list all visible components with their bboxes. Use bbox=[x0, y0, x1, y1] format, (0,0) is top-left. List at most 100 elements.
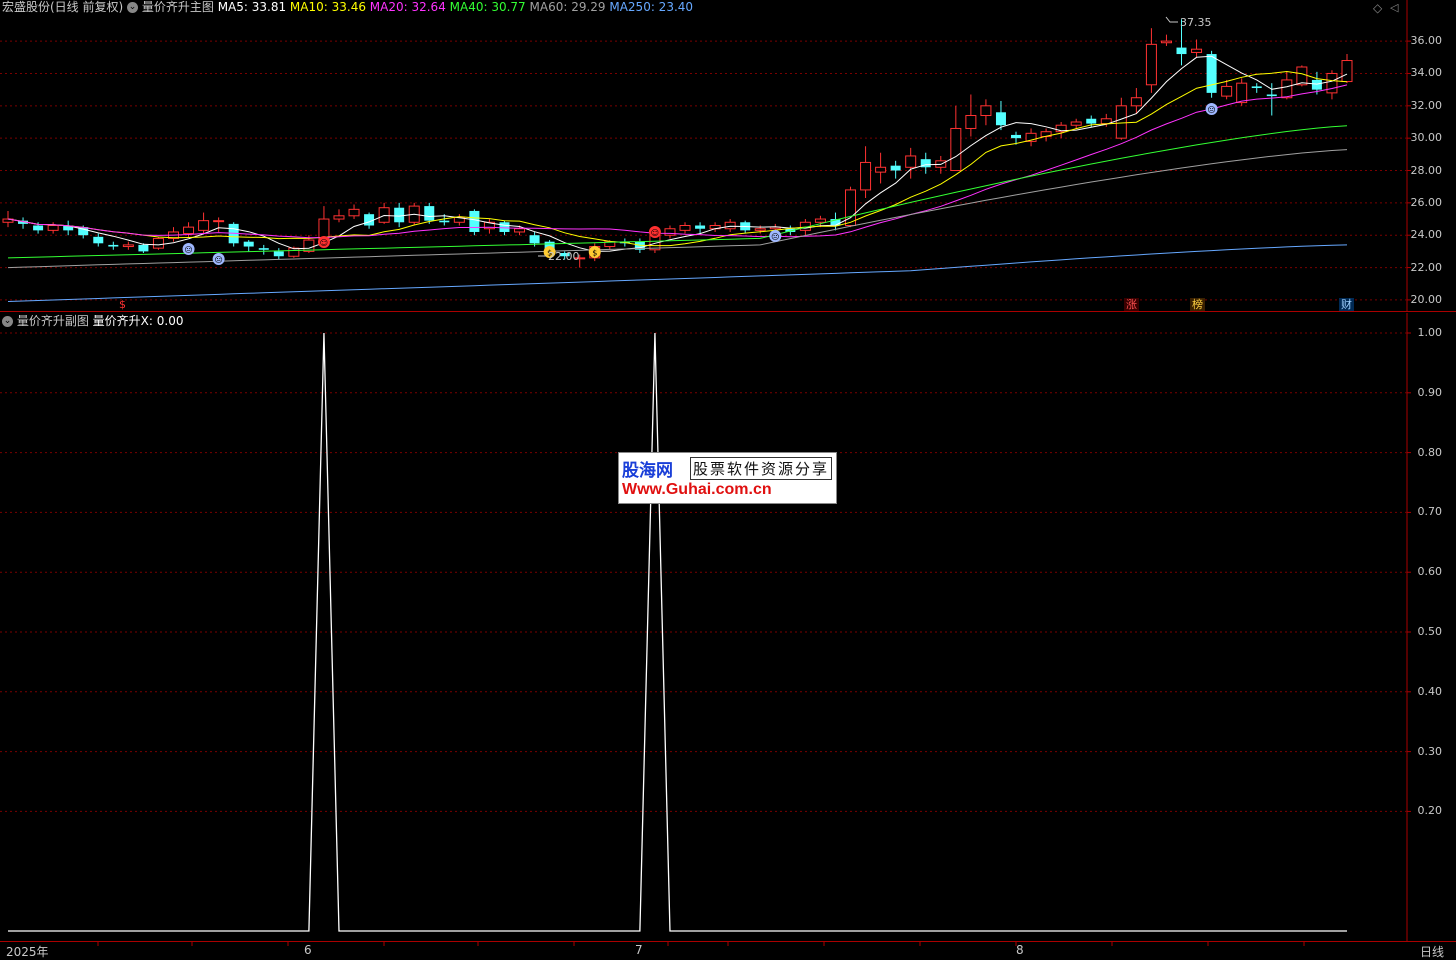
sad-face-icon-glyph: ☹ bbox=[214, 256, 222, 265]
sub-indicator-value: 量价齐升X: 0.00 bbox=[92, 314, 184, 328]
watermark-brand: 股海网 bbox=[622, 461, 673, 481]
sub-indicator-name[interactable]: 量价齐升副图 bbox=[17, 314, 89, 328]
sad-face-icon-glyph: ☹ bbox=[184, 246, 192, 255]
candle-body-down bbox=[469, 210, 480, 232]
ma-label-1: MA10: 33.46 bbox=[286, 0, 366, 14]
low-annotation: 22.00 bbox=[548, 250, 580, 263]
candle-body-down bbox=[243, 241, 254, 247]
candle-body-down bbox=[1176, 47, 1187, 55]
candle-body-up bbox=[1236, 82, 1248, 104]
sub-tick-label: 0.80 bbox=[1417, 445, 1443, 459]
candle-body-down bbox=[273, 251, 284, 257]
ma-label-0: MA5: 33.81 bbox=[217, 0, 287, 14]
candle-body-up bbox=[1130, 97, 1142, 107]
candle-body-down bbox=[529, 235, 540, 244]
candle-body-down bbox=[995, 112, 1006, 126]
sad-face-icon: ☹ bbox=[182, 243, 195, 255]
candle-body-up bbox=[378, 207, 390, 223]
ma-label-5: MA250: 23.40 bbox=[605, 0, 694, 14]
price-tick-label: 24.00 bbox=[1410, 228, 1443, 242]
candle-body-up bbox=[152, 237, 164, 249]
high-leader-line bbox=[1165, 16, 1178, 23]
sub-chart-svg[interactable] bbox=[0, 313, 1456, 941]
candle-body-up bbox=[348, 208, 360, 217]
diamond-icon[interactable]: ◇ bbox=[1373, 1, 1382, 15]
watermark-logo: 股海网 股票软件资源分享 Www.Guhai.com.cn bbox=[618, 452, 837, 504]
candle-body-down bbox=[33, 225, 44, 231]
ma60-line bbox=[7, 149, 1348, 269]
sub-tick-label: 0.50 bbox=[1417, 625, 1443, 638]
candle-body-up bbox=[905, 155, 917, 168]
candle-body-up bbox=[288, 247, 300, 257]
candle-body-up bbox=[47, 225, 59, 231]
candle-body-up bbox=[1115, 105, 1127, 139]
money-bag-icon: $ bbox=[588, 246, 601, 258]
candle-body-up bbox=[1145, 43, 1157, 86]
ma-labels: MA5: 33.81 MA10: 33.46 MA20: 32.64 MA40:… bbox=[218, 0, 693, 14]
sub-header: ⌄ 量价齐升副图 量价齐升X: 0.00 bbox=[2, 314, 183, 328]
candle-body-up bbox=[845, 189, 857, 227]
sub-dropdown-icon[interactable]: ⌄ bbox=[2, 316, 13, 327]
watermark-url: Www.Guhai.com.cn bbox=[622, 481, 772, 498]
dollar-marker[interactable]: $ bbox=[117, 298, 128, 311]
candle-body-down bbox=[695, 225, 706, 229]
sad-face-icon: ☹ bbox=[212, 253, 225, 265]
candle-body-up bbox=[1191, 48, 1203, 53]
ma10-line bbox=[7, 70, 1348, 247]
ma-label-2: MA20: 32.64 bbox=[365, 0, 446, 14]
stock-title[interactable]: 宏盛股份(日线 前复权) bbox=[2, 0, 123, 14]
sad-face-icon: ☹ bbox=[769, 230, 782, 242]
sub-tick-label: 0.60 bbox=[1417, 565, 1443, 579]
ma-label-4: MA60: 29.29 bbox=[525, 0, 606, 14]
candle-body-up bbox=[754, 228, 766, 231]
bang-badge[interactable]: 榜 bbox=[1190, 298, 1205, 311]
collapse-icon[interactable]: ◁ bbox=[1390, 1, 1398, 14]
candle-body-up bbox=[183, 226, 195, 235]
candle-body-up bbox=[1160, 40, 1172, 44]
main-chart-svg[interactable]: ☹ ☹ ☺ $ $ ☺ ☹ ☹ bbox=[0, 0, 1456, 312]
sub-tick-label: 0.90 bbox=[1417, 385, 1443, 399]
candle-body-up bbox=[679, 225, 691, 231]
sub-tick-label: 0.30 bbox=[1417, 744, 1443, 758]
price-tick-label: 36.00 bbox=[1410, 34, 1443, 48]
high-annotation: 37.35 bbox=[1180, 16, 1212, 29]
candle-body-down bbox=[394, 207, 405, 223]
candle-body-down bbox=[93, 236, 104, 244]
candle-body-down bbox=[499, 222, 510, 232]
candle-body-down bbox=[1086, 118, 1097, 124]
main-indicator-name[interactable]: 量价齐升主图 bbox=[142, 0, 214, 14]
candle-body-down bbox=[439, 220, 450, 223]
main-chart-panel[interactable]: ☹ ☹ ☺ $ $ ☺ ☹ ☹ bbox=[0, 0, 1456, 312]
zhang-badge[interactable]: 涨 bbox=[1124, 298, 1139, 311]
candle-body-up bbox=[950, 127, 962, 172]
price-tick-label: 34.00 bbox=[1410, 66, 1443, 80]
candle-body-up bbox=[965, 115, 977, 129]
candle-body-down bbox=[258, 248, 269, 250]
candle-body-down bbox=[1266, 94, 1277, 97]
price-tick-label: 28.00 bbox=[1410, 163, 1443, 177]
ma20-line bbox=[7, 84, 1348, 239]
sub-tick-label: 0.20 bbox=[1417, 804, 1443, 818]
sad-face-icon-glyph: ☹ bbox=[1207, 106, 1215, 115]
ma-label-3: MA40: 30.77 bbox=[445, 0, 526, 14]
candle-body-down bbox=[1206, 54, 1217, 93]
happy-face-icon-glyph: ☺ bbox=[651, 229, 659, 238]
candle-body-down bbox=[424, 206, 435, 221]
price-tick-label: 30.00 bbox=[1410, 131, 1443, 145]
main-header: 宏盛股份(日线 前复权) ⌄ 量价齐升主图 MA5: 33.81 MA10: 3… bbox=[2, 0, 693, 14]
candle-body-up bbox=[213, 220, 225, 223]
candle-body-down bbox=[138, 244, 149, 252]
price-tick-label: 20.00 bbox=[1410, 292, 1443, 306]
cai-badge[interactable]: 财 bbox=[1339, 298, 1354, 311]
candle-body-up bbox=[1281, 79, 1293, 99]
sub-tick-label: 0.40 bbox=[1417, 684, 1443, 698]
ma250-line bbox=[7, 244, 1348, 302]
candle-body-up bbox=[122, 244, 134, 248]
candle-body-down bbox=[1311, 79, 1322, 90]
sub-chart-panel[interactable] bbox=[0, 313, 1456, 941]
indicator-dropdown-icon[interactable]: ⌄ bbox=[127, 2, 139, 13]
candle-body-up bbox=[333, 215, 345, 220]
candle-body-down bbox=[1011, 134, 1022, 139]
happy-face-icon: ☺ bbox=[648, 226, 661, 238]
candle-body-down bbox=[108, 244, 119, 247]
